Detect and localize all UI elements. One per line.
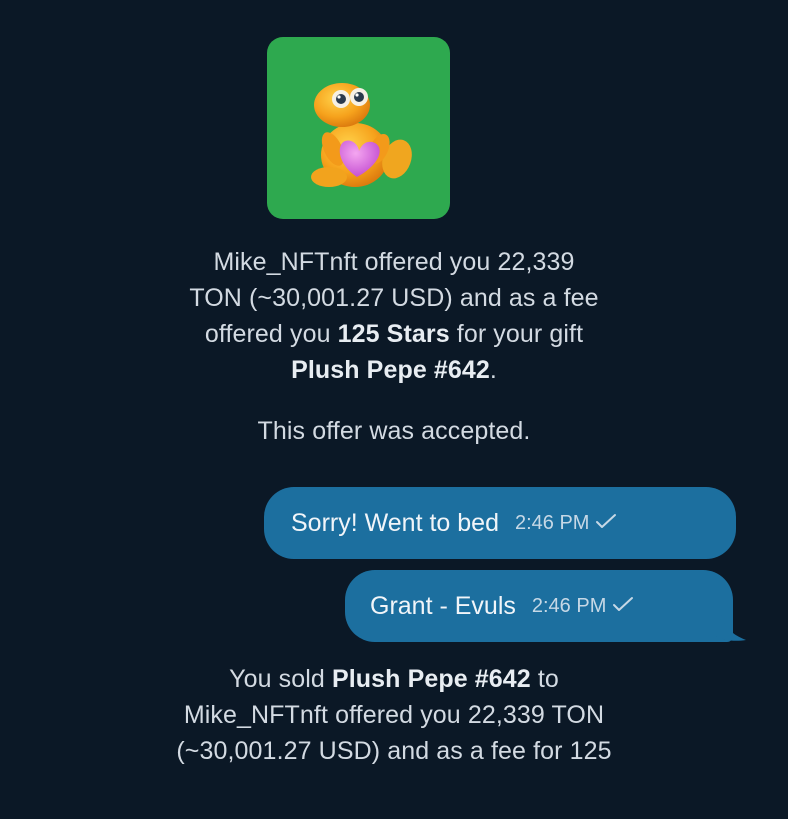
offer-accepted-message: This offer was accepted. <box>257 417 531 445</box>
stars-amount: 125 Stars <box>337 320 450 348</box>
offer-line-4-end: . <box>489 356 497 384</box>
gift-name[interactable]: Plush Pepe #642 <box>291 356 490 384</box>
plush-pepe-icon <box>311 83 412 187</box>
message-time: 2:46 PM <box>514 511 590 534</box>
gift-name[interactable]: Plush Pepe #642 <box>332 665 531 693</box>
sold-line-1-start: You sold <box>229 665 332 693</box>
message-text: Sorry! Went to bed <box>291 508 499 537</box>
sold-service-message: You sold Plush Pepe #642 to Mike_NFTnft … <box>60 661 728 769</box>
sold-line-3: (~30,001.27 USD) and as a fee for 125 <box>176 737 612 765</box>
sold-line-1-end: to <box>530 665 559 693</box>
sold-line-1: You sold Plush Pepe #642 to <box>60 661 728 697</box>
offer-line-3: offered you 125 Stars for your gift <box>70 316 718 352</box>
message-time: 2:46 PM <box>531 594 607 617</box>
offer-line-1: Mike_NFTnft offered you 22,339 <box>213 248 575 276</box>
offer-line-2: TON (~30,001.27 USD) and as a fee <box>189 284 599 312</box>
message-meta: 2:46 PM <box>515 512 617 535</box>
message-meta: 2:46 PM <box>532 595 634 618</box>
offer-service-message: Mike_NFTnft offered you 22,339 TON (~30,… <box>70 244 718 388</box>
offer-line-4: Plush Pepe #642. <box>70 352 718 388</box>
bubble-tail-icon <box>716 610 746 641</box>
offer-line-3-start: offered you <box>204 320 338 348</box>
outgoing-message-bubble[interactable]: Sorry! Went to bed 2:46 PM <box>264 487 736 559</box>
offer-line-3-end: for your gift <box>449 320 584 348</box>
double-check-icon <box>612 595 634 618</box>
message-text: Grant - Evuls <box>370 591 516 620</box>
double-check-icon <box>595 512 617 535</box>
sold-line-2: Mike_NFTnft offered you 22,339 TON <box>183 701 605 729</box>
gift-image[interactable] <box>267 37 450 219</box>
outgoing-message-bubble[interactable]: Grant - Evuls 2:46 PM <box>345 570 733 642</box>
